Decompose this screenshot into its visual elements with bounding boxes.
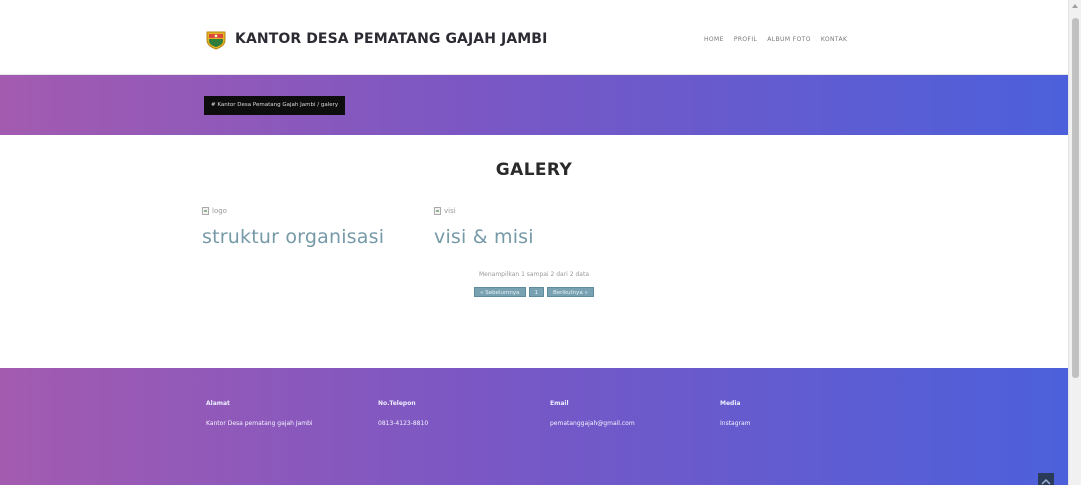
- footer-value: 0813-4123-8810: [378, 420, 429, 427]
- page-banner: # Kantor Desa Pematang Gajah Jambi / gal…: [0, 75, 1068, 135]
- chevron-up-icon: [1041, 478, 1051, 485]
- gallery-caption-link[interactable]: struktur organisasi: [202, 226, 384, 248]
- site-footer: Alamat Kantor Desa pematang gajah Jambi …: [0, 368, 1068, 485]
- broken-image-icon: [434, 207, 441, 215]
- main-nav: HOME PROFIL ALBUM FOTO KONTAK: [704, 36, 847, 43]
- gallery-image[interactable]: visi: [434, 205, 534, 217]
- gallery-caption-link[interactable]: visi & misi: [434, 226, 534, 248]
- next-page-button[interactable]: Berikutnya »: [547, 287, 594, 297]
- page-1-button[interactable]: 1: [528, 287, 544, 297]
- image-alt-text: logo: [212, 207, 227, 215]
- footer-label: Alamat: [206, 400, 230, 407]
- broken-image-icon: [202, 207, 209, 215]
- footer-label: Media: [720, 400, 741, 407]
- scroll-thumb[interactable]: [1072, 18, 1079, 378]
- gallery-card-visi-misi[interactable]: visi visi & misi: [434, 205, 534, 248]
- footer-media: Media Instagram: [720, 400, 751, 427]
- site-title: KANTOR DESA PEMATANG GAJAH JAMBI: [235, 31, 548, 47]
- gallery-image[interactable]: logo: [202, 205, 384, 217]
- brand[interactable]: KANTOR DESA PEMATANG GAJAH JAMBI: [205, 28, 547, 50]
- emblem-icon: [206, 31, 226, 50]
- site-header: KANTOR DESA PEMATANG GAJAH JAMBI HOME PR…: [0, 0, 1068, 75]
- breadcrumb[interactable]: # Kantor Desa Pematang Gajah Jambi / gal…: [204, 96, 346, 115]
- back-to-top-button[interactable]: [1038, 473, 1054, 485]
- page-scrollbar[interactable]: [1068, 0, 1081, 485]
- footer-email-link[interactable]: pematanggajah@gmail.com: [550, 420, 635, 427]
- gallery-card-struktur[interactable]: logo struktur organisasi: [202, 205, 384, 248]
- nav-album-foto[interactable]: ALBUM FOTO: [767, 36, 811, 43]
- footer-label: Email: [550, 400, 569, 407]
- pagination-info: Menampilkan 1 sampai 2 dari 2 data: [478, 271, 589, 278]
- footer-label: No.Telepon: [378, 400, 416, 407]
- footer-phone: No.Telepon 0813-4123-8810: [378, 400, 428, 427]
- nav-profil[interactable]: PROFIL: [734, 36, 757, 43]
- footer-value: Kantor Desa pematang gajah Jambi: [206, 420, 313, 427]
- prev-page-button[interactable]: « Sebelumnya: [474, 287, 526, 297]
- footer-address: Alamat Kantor Desa pematang gajah Jambi: [206, 400, 313, 427]
- scroll-up-arrow-icon[interactable]: [1072, 4, 1078, 8]
- pagination: Menampilkan 1 sampai 2 dari 2 data « Seb…: [0, 271, 1068, 298]
- image-alt-text: visi: [444, 207, 456, 215]
- pagination-links: « Sebelumnya 1 Berikutnya »: [474, 287, 594, 297]
- nav-kontak[interactable]: KONTAK: [821, 36, 847, 43]
- page-title: GALERY: [495, 160, 573, 180]
- footer-social-link[interactable]: Instagram: [720, 420, 751, 427]
- page: KANTOR DESA PEMATANG GAJAH JAMBI HOME PR…: [0, 0, 1068, 485]
- nav-home[interactable]: HOME: [704, 36, 724, 43]
- footer-email: Email pematanggajah@gmail.com: [550, 400, 635, 427]
